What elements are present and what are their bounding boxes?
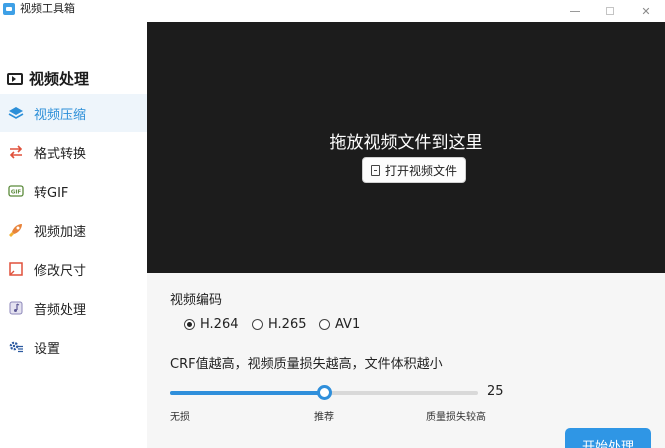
- close-button[interactable]: ✕: [628, 0, 664, 22]
- window-title: 视频工具箱: [20, 2, 75, 15]
- radio-dot: [184, 319, 195, 330]
- sidebar-title: 视频处理: [29, 70, 90, 88]
- layers-icon: [8, 105, 24, 121]
- codec-radio-h265[interactable]: H.265: [252, 317, 307, 332]
- radio-label: AV1: [335, 317, 361, 332]
- tick-lossless: 无损: [170, 412, 190, 423]
- sidebar-item-speed[interactable]: 视频加速: [0, 211, 147, 249]
- sidebar-item-label: 设置: [34, 341, 61, 357]
- radio-dot: [319, 319, 330, 330]
- svg-text:GIF: GIF: [11, 190, 22, 196]
- radio-label: H.264: [200, 317, 239, 332]
- resize-icon: [8, 261, 24, 277]
- drop-hint-text: 拖放视频文件到这里: [329, 133, 483, 153]
- sidebar-item-label: 格式转换: [34, 146, 87, 162]
- close-icon: ✕: [641, 4, 651, 18]
- sidebar-header: 视频处理: [7, 68, 89, 89]
- sidebar-item-label: 视频压缩: [34, 107, 87, 123]
- sidebar: 视频处理 视频压缩 格式转换 GIF 转GIF 视频加速 修改尺寸 音频处理 设…: [0, 22, 147, 448]
- video-icon: [7, 72, 23, 85]
- tick-high-loss: 质量损失较高: [426, 412, 486, 423]
- codec-radio-h264[interactable]: H.264: [184, 317, 239, 332]
- crf-description: CRF值越高，视频质量损失越高，文件体积越小: [170, 357, 443, 372]
- radio-dot: [252, 319, 263, 330]
- gear-icon: [8, 339, 24, 355]
- crf-slider[interactable]: [170, 385, 478, 400]
- maximize-button[interactable]: [592, 0, 628, 22]
- codec-radio-av1[interactable]: AV1: [319, 317, 360, 332]
- sidebar-item-label: 视频加速: [34, 224, 87, 240]
- open-file-button[interactable]: 打开视频文件: [362, 157, 466, 183]
- crf-value: 25: [487, 384, 504, 399]
- sidebar-item-label: 音频处理: [34, 302, 87, 318]
- gif-icon: GIF: [8, 183, 24, 199]
- music-note-icon: [8, 300, 24, 316]
- settings-panel: 视频编码 H.264 H.265 AV1 CRF值越高，视频质量损失越高，文件体…: [147, 273, 665, 448]
- crf-slider-handle[interactable]: [317, 385, 332, 400]
- radio-label: H.265: [268, 317, 307, 332]
- sidebar-item-label: 转GIF: [34, 185, 69, 201]
- sidebar-item-gif[interactable]: GIF 转GIF: [0, 172, 147, 210]
- sidebar-item-audio[interactable]: 音频处理: [0, 289, 147, 327]
- start-process-button[interactable]: 开始处理: [565, 428, 651, 448]
- sidebar-item-resize[interactable]: 修改尺寸: [0, 250, 147, 288]
- app-logo-icon: [3, 3, 15, 15]
- sidebar-item-label: 修改尺寸: [34, 263, 87, 279]
- convert-arrows-icon: [8, 144, 24, 160]
- rocket-icon: [8, 222, 24, 238]
- file-icon: [370, 164, 380, 176]
- sidebar-item-compress[interactable]: 视频压缩: [0, 94, 147, 132]
- encoding-label: 视频编码: [170, 293, 223, 308]
- title-bar: 视频工具箱 ✕: [0, 0, 665, 22]
- minimize-button[interactable]: [557, 0, 593, 22]
- video-drop-zone[interactable]: 拖放视频文件到这里 打开视频文件: [147, 22, 665, 273]
- maximize-icon: [606, 7, 614, 15]
- minimize-icon: [570, 10, 580, 12]
- sidebar-item-convert[interactable]: 格式转换: [0, 133, 147, 171]
- tick-recommended: 推荐: [314, 412, 334, 423]
- sidebar-item-settings[interactable]: 设置: [0, 328, 147, 366]
- open-file-label: 打开视频文件: [384, 163, 457, 178]
- crf-slider-fill: [170, 391, 324, 395]
